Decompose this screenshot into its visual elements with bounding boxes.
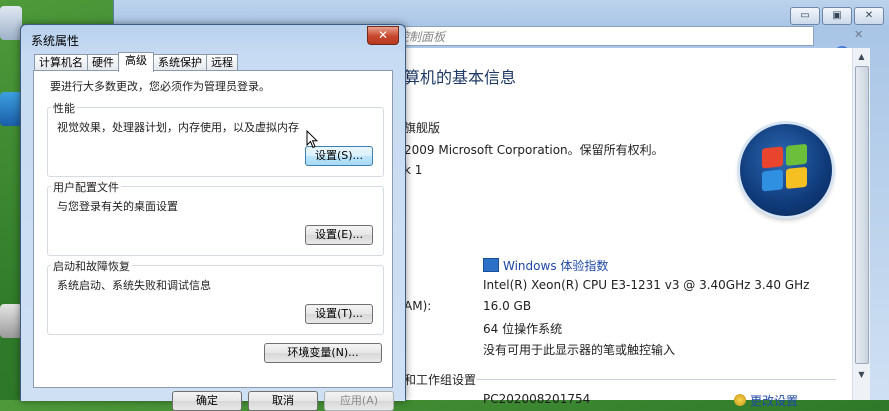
advanced-tab-panel: 要进行大多数更改，您必须作为管理员登录。 性能 视觉效果，处理器计划，内存使用，…: [33, 70, 393, 388]
windows-flag-icon: [762, 143, 810, 194]
close-button[interactable]: ✕: [367, 26, 399, 45]
ok-button[interactable]: 确定: [172, 391, 242, 411]
computer-name-value: PC202008201754: [483, 392, 591, 406]
window-caption-buttons: ▭ ▣ ✕: [790, 7, 884, 25]
scroll-down-icon[interactable]: ▼: [853, 366, 870, 383]
cancel-button[interactable]: 取消: [248, 391, 318, 411]
desktop-icon[interactable]: [0, 92, 22, 126]
startup-recovery-settings-button[interactable]: 设置(T)...: [305, 304, 373, 324]
startup-recovery-group-label: 启动和故障恢复: [51, 258, 132, 274]
wei-link-label: Windows 体验指数: [503, 259, 609, 273]
address-bar[interactable]: 控制面板: [374, 26, 814, 46]
experience-index-icon: [483, 258, 499, 272]
windows-logo: [740, 124, 832, 216]
dialog-title: 系统属性: [31, 34, 80, 48]
apply-button[interactable]: 应用(A): [324, 391, 394, 411]
startup-recovery-group: 启动和故障恢复 系统启动、系统失败和调试信息 设置(T)...: [47, 258, 384, 335]
performance-description: 视觉效果，处理器计划，内存使用，以及虚拟内存: [57, 121, 299, 134]
tab-remote[interactable]: 远程: [206, 54, 238, 71]
service-pack-text: k 1: [404, 163, 423, 177]
admin-notice: 要进行大多数更改，您必须作为管理员登录。: [50, 80, 270, 93]
tab-computer-name[interactable]: 计算机名: [34, 54, 88, 71]
performance-settings-button[interactable]: 设置(S)...: [305, 146, 373, 166]
performance-group-label: 性能: [51, 100, 77, 116]
windows-experience-index-link[interactable]: Windows 体验指数: [483, 257, 608, 274]
computer-name-section-heading: 和工作组设置: [404, 373, 477, 387]
scroll-thumb[interactable]: [855, 66, 869, 364]
user-profiles-description: 与您登录有关的桌面设置: [57, 200, 178, 213]
user-profiles-group: 用户配置文件 与您登录有关的桌面设置 设置(E)...: [47, 179, 384, 256]
close-button[interactable]: ✕: [854, 7, 884, 25]
windows-edition: 旗舰版: [404, 121, 441, 135]
vertical-scrollbar[interactable]: ▲ ▼: [852, 48, 870, 400]
shield-icon: [734, 394, 746, 406]
startup-recovery-description: 系统启动、系统失败和调试信息: [57, 279, 211, 292]
system-properties-dialog: 系统属性 ✕ 计算机名 硬件 高级 系统保护 远程 要进行大多数更改，您必须作为…: [20, 24, 406, 411]
copyright-text: 2009 Microsoft Corporation。保留所有权利。: [404, 143, 664, 157]
tab-strip: 计算机名 硬件 高级 系统保护 远程: [34, 52, 238, 72]
pen-touch-value: 没有可用于此显示器的笔或触控输入: [483, 343, 676, 357]
section-divider: [476, 379, 836, 380]
desktop-icon[interactable]: [0, 304, 22, 338]
search-clear-icon[interactable]: ✕: [854, 29, 866, 41]
minimize-button[interactable]: ▭: [790, 7, 820, 25]
maximize-button[interactable]: ▣: [822, 7, 852, 25]
tab-system-protection[interactable]: 系统保护: [153, 54, 207, 71]
page-title: 算机的基本信息: [404, 68, 517, 87]
change-settings-link[interactable]: 更改设置: [750, 392, 798, 409]
processor-value: Intel(R) Xeon(R) CPU E3-1231 v3 @ 3.40GH…: [483, 278, 810, 292]
tab-advanced[interactable]: 高级: [118, 52, 154, 72]
ram-value: 16.0 GB: [483, 299, 532, 313]
ram-label: AM):: [404, 299, 432, 313]
user-profiles-group-label: 用户配置文件: [51, 179, 121, 195]
scroll-up-icon[interactable]: ▲: [853, 48, 870, 65]
environment-variables-button[interactable]: 环境变量(N)...: [264, 343, 382, 363]
system-info-content: 算机的基本信息 旗舰版 2009 Microsoft Corporation。保…: [404, 48, 854, 408]
performance-group: 性能 视觉效果，处理器计划，内存使用，以及虚拟内存 设置(S)...: [47, 100, 384, 177]
user-profiles-settings-button[interactable]: 设置(E)...: [305, 225, 373, 245]
system-type-value: 64 位操作系统: [483, 322, 563, 336]
desktop-icon[interactable]: [0, 6, 22, 40]
tab-hardware[interactable]: 硬件: [87, 54, 119, 71]
